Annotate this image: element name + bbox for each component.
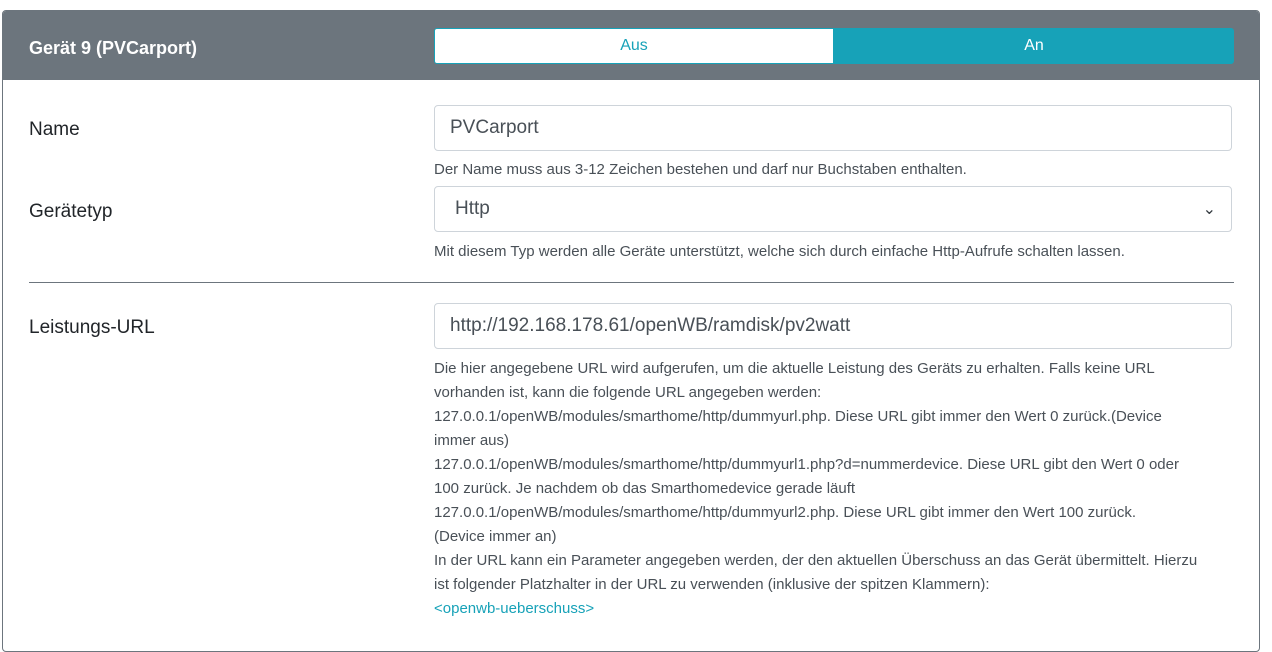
toggle-off-button[interactable]: Aus (434, 28, 834, 64)
device-type-label: Gerätetyp (29, 201, 113, 222)
device-type-help: Mit diesem Typ werden alle Geräte unters… (434, 243, 1125, 260)
help-line: 100 zurück. Je nachdem ob das Smarthomed… (434, 480, 856, 497)
section-divider (29, 282, 1234, 283)
power-url-input[interactable]: http://192.168.178.61/openWB/ramdisk/pv2… (434, 303, 1232, 349)
device-type-value: Http (455, 198, 490, 219)
on-off-toggle[interactable]: Aus An (434, 28, 1234, 64)
toggle-on-button[interactable]: An (834, 28, 1234, 64)
help-line: (Device immer an) (434, 528, 557, 545)
name-label: Name (29, 119, 80, 140)
help-line: immer aus) (434, 432, 510, 449)
name-help: Der Name muss aus 3-12 Zeichen bestehen … (434, 161, 967, 178)
device-title: Gerät 9 (PVCarport) (29, 38, 198, 58)
power-url-help: Die hier angegebene URL wird aufgerufen,… (434, 357, 1234, 621)
placeholder-token: <openwb-ueberschuss> (434, 600, 595, 617)
help-line: vorhanden ist, kann die folgende URL ang… (434, 384, 822, 401)
help-line: 127.0.0.1/openWB/modules/smarthome/http/… (434, 504, 1136, 521)
help-line: In der URL kann ein Parameter angegeben … (434, 552, 1198, 569)
power-url-label: Leistungs-URL (29, 317, 155, 338)
help-line: ist folgender Platzhalter in der URL zu … (434, 576, 990, 593)
device-card: Gerät 9 (PVCarport) Aus An Name PVCarpor… (2, 10, 1260, 652)
help-line: Die hier angegebene URL wird aufgerufen,… (434, 360, 1155, 377)
device-type-select[interactable]: Http ⌄ (434, 186, 1232, 232)
card-header: Gerät 9 (PVCarport) Aus An (3, 11, 1259, 80)
help-line: 127.0.0.1/openWB/modules/smarthome/http/… (434, 456, 1179, 473)
chevron-down-icon: ⌄ (1202, 201, 1216, 218)
help-line: 127.0.0.1/openWB/modules/smarthome/http/… (434, 408, 1162, 425)
name-input[interactable]: PVCarport (434, 105, 1232, 151)
